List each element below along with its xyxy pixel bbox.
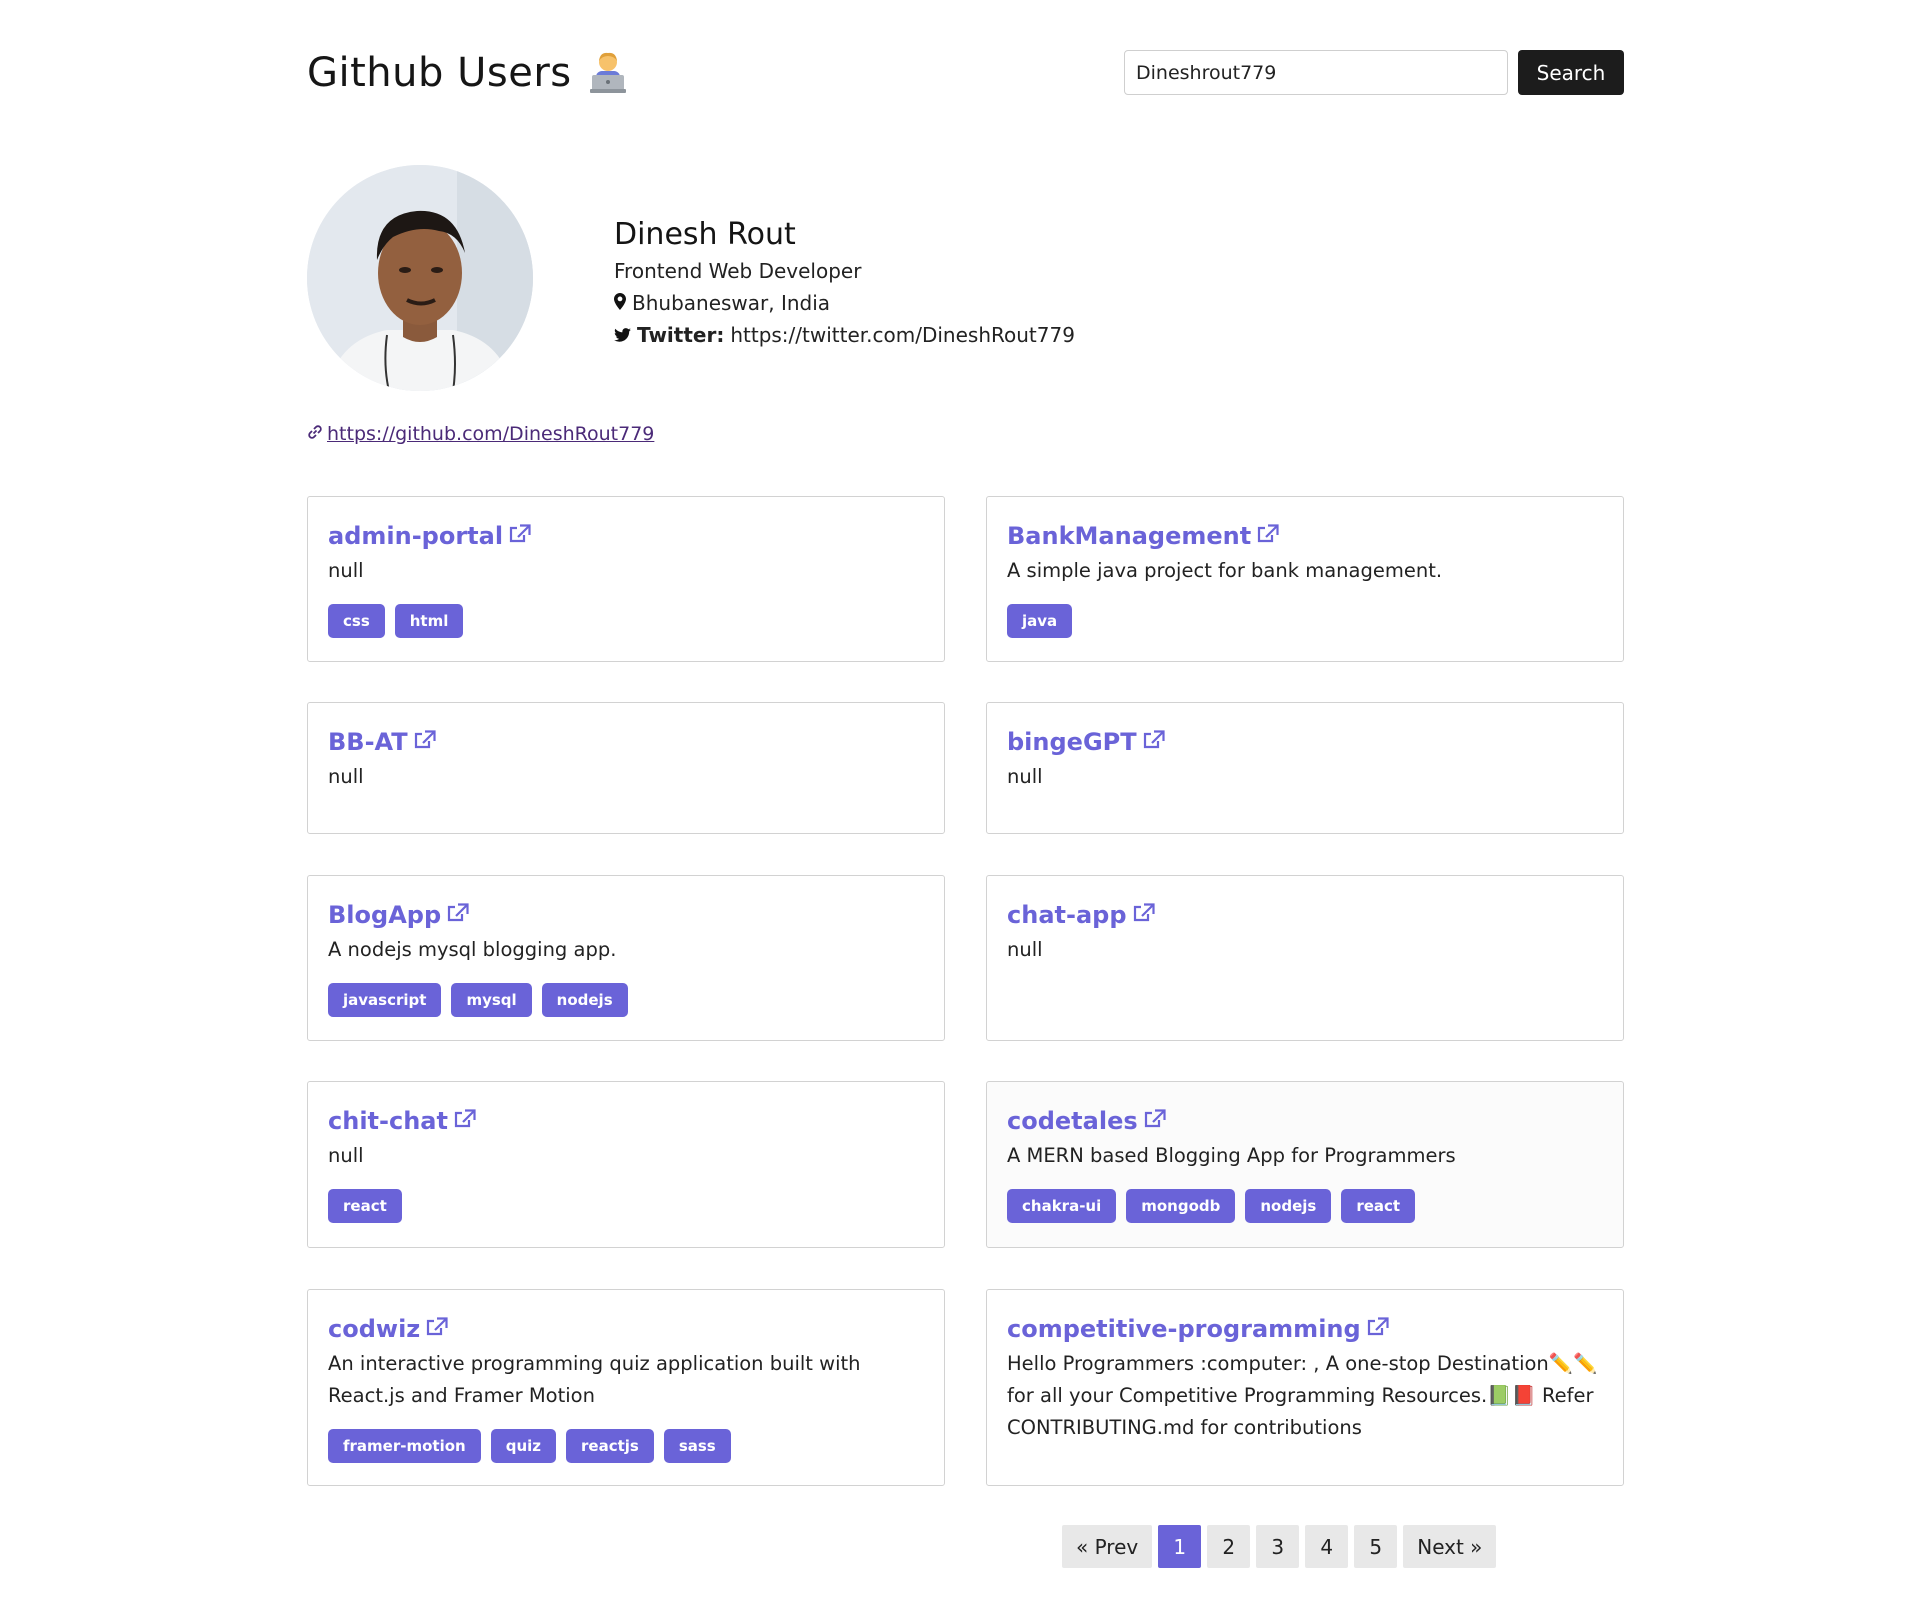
repo-tags: react	[328, 1189, 924, 1223]
repo-title-link[interactable]: BlogApp	[328, 900, 924, 930]
repo-card: bingeGPT null	[986, 702, 1624, 834]
topic-tag: react	[328, 1189, 402, 1223]
pagination: « Prev 1 2 3 4 5 Next »	[1062, 1525, 1497, 1568]
repo-card: chit-chat null react	[307, 1081, 945, 1248]
next-page-button[interactable]: Next »	[1403, 1525, 1497, 1568]
external-link-icon	[1143, 727, 1165, 757]
twitter-icon	[614, 319, 631, 351]
repo-title-link[interactable]: bingeGPT	[1007, 727, 1603, 757]
topic-tag: quiz	[490, 1429, 556, 1463]
topic-tag: java	[1007, 604, 1073, 638]
repo-description: A nodejs mysql blogging app.	[328, 938, 617, 961]
repo-name: competitive-programming	[1007, 1315, 1361, 1343]
repo-tags: javascript mysql nodejs	[328, 983, 924, 1017]
page-button[interactable]: 5	[1354, 1525, 1398, 1568]
topic-tag: nodejs	[1245, 1189, 1332, 1223]
repo-tags: java	[1007, 604, 1603, 638]
repo-title-link[interactable]: codwiz	[328, 1314, 924, 1344]
external-link-icon	[426, 1314, 448, 1344]
topic-tag: chakra-ui	[1007, 1189, 1117, 1223]
topic-tag: sass	[663, 1429, 731, 1463]
topic-tag: reactjs	[566, 1429, 654, 1463]
repo-title-link[interactable]: BB-AT	[328, 727, 924, 757]
external-link-icon	[509, 521, 531, 551]
external-link-icon	[1133, 900, 1155, 930]
repo-title-link[interactable]: competitive-programming	[1007, 1314, 1603, 1344]
topic-tag: javascript	[328, 983, 442, 1017]
external-link-icon	[1257, 521, 1279, 551]
repo-card: codwiz An interactive programming quiz ap…	[307, 1289, 945, 1486]
twitter-url: https://twitter.com/DineshRout779	[730, 323, 1075, 347]
repo-title-link[interactable]: chit-chat	[328, 1106, 924, 1136]
page-button[interactable]: 2	[1207, 1525, 1251, 1568]
avatar	[307, 165, 533, 391]
search-button[interactable]: Search	[1518, 50, 1624, 95]
profile-location: Bhubaneswar, India	[632, 291, 831, 315]
topic-tag: mysql	[451, 983, 532, 1017]
repo-card: BB-AT null	[307, 702, 945, 834]
repo-card: competitive-programming Hello Programmers…	[986, 1289, 1624, 1486]
topic-tag: framer-motion	[328, 1429, 481, 1463]
topic-tag: html	[394, 604, 464, 638]
repo-title-link[interactable]: chat-app	[1007, 900, 1603, 930]
repo-card: BankManagement A simple java project for …	[986, 496, 1624, 662]
repo-description: null	[328, 765, 364, 788]
repo-card: admin-portal null css html	[307, 496, 945, 662]
link-icon	[307, 423, 323, 445]
repo-name: chat-app	[1007, 901, 1127, 929]
repo-description: null	[1007, 765, 1043, 788]
repo-card: chat-app null	[986, 875, 1624, 1041]
repo-description: null	[328, 1144, 364, 1167]
profile-twitter-row: Twitter: https://twitter.com/DineshRout7…	[614, 319, 1075, 351]
repo-name: BlogApp	[328, 901, 442, 929]
repo-name: BankManagement	[1007, 522, 1252, 550]
map-marker-icon	[614, 287, 626, 319]
external-link-icon	[1144, 1106, 1166, 1136]
github-url: https://github.com/DineshRout779	[327, 423, 655, 445]
external-link-icon	[414, 727, 436, 757]
github-profile-link[interactable]: https://github.com/DineshRout779	[307, 423, 654, 445]
repo-description: A MERN based Blogging App for Programmer…	[1007, 1144, 1456, 1167]
profile-name: Dinesh Rout	[614, 217, 796, 252]
technologist-emoji-icon	[588, 51, 628, 95]
repo-title-link[interactable]: admin-portal	[328, 521, 924, 551]
app-title-wrap: Github Users	[307, 50, 628, 96]
profile-location-row: Bhubaneswar, India	[614, 287, 1075, 319]
repo-name: BB-AT	[328, 728, 408, 756]
repo-tags: css html	[328, 604, 924, 638]
search-input[interactable]	[1124, 50, 1508, 95]
profile-bio: Frontend Web Developer	[614, 259, 862, 283]
twitter-label: Twitter:	[637, 323, 725, 347]
page-button[interactable]: 1	[1158, 1525, 1202, 1568]
repo-card: codetales A MERN based Blogging App for P…	[986, 1081, 1624, 1248]
profile-info: Dinesh Rout Frontend Web Developer Bhuba…	[614, 215, 1075, 351]
header: Github Users Search	[307, 48, 1624, 98]
external-link-icon	[447, 900, 469, 930]
repo-name: codwiz	[328, 1315, 421, 1343]
external-link-icon	[1367, 1314, 1389, 1344]
repo-description: null	[328, 559, 364, 582]
repo-name: chit-chat	[328, 1107, 448, 1135]
app-title: Github Users	[307, 50, 572, 96]
repo-name: admin-portal	[328, 522, 504, 550]
repo-title-link[interactable]: codetales	[1007, 1106, 1603, 1136]
topic-tag: css	[328, 604, 385, 638]
topic-tag: nodejs	[541, 983, 628, 1017]
topic-tag: react	[1341, 1189, 1416, 1223]
repo-description: An interactive programming quiz applicat…	[328, 1352, 861, 1407]
page-button[interactable]: 4	[1305, 1525, 1349, 1568]
external-link-icon	[454, 1106, 476, 1136]
repo-name: codetales	[1007, 1107, 1138, 1135]
repo-description: null	[1007, 938, 1043, 961]
page-button[interactable]: 3	[1256, 1525, 1300, 1568]
topic-tag: mongodb	[1126, 1189, 1236, 1223]
repo-title-link[interactable]: BankManagement	[1007, 521, 1603, 551]
repo-description: A simple java project for bank managemen…	[1007, 559, 1443, 582]
repo-tags: chakra-ui mongodb nodejs react	[1007, 1189, 1603, 1223]
repo-description: Hello Programmers :computer: , A one-sto…	[1007, 1352, 1598, 1439]
prev-page-button[interactable]: « Prev	[1062, 1525, 1153, 1568]
repo-name: bingeGPT	[1007, 728, 1137, 756]
repo-card: BlogApp A nodejs mysql blogging app. javas…	[307, 875, 945, 1041]
repo-tags: framer-motion quiz reactjs sass	[328, 1429, 924, 1463]
